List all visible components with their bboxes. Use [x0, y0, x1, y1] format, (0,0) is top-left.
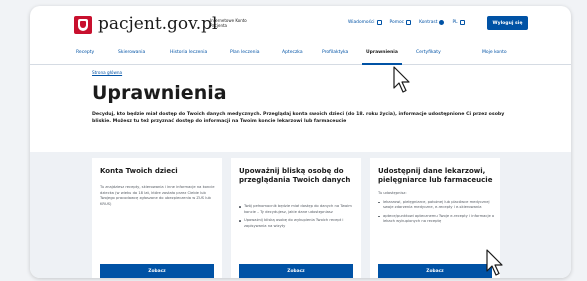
- chevron-down-icon: [459, 20, 465, 25]
- messages-link[interactable]: Wiadomości: [348, 20, 382, 25]
- contrast-link[interactable]: Kontrast: [419, 20, 445, 25]
- page-title: Uprawnienia: [92, 82, 227, 104]
- card-body: Twój pełnomocnik będzie miał dostęp do d…: [239, 204, 357, 232]
- card-intro: Tu udostępnisz:: [378, 191, 407, 195]
- breadcrumb[interactable]: Strona główna: [92, 70, 122, 75]
- envelope-icon: [376, 20, 382, 25]
- active-tab-indicator: [362, 63, 402, 65]
- nav-item-moje-konto[interactable]: Moje konto: [482, 50, 507, 55]
- site-logo[interactable]: pacjent.gov.pl: [98, 14, 217, 34]
- card-share-with-doctor: Udostępnij dane lekarzowi, pielęgniarce …: [370, 158, 500, 278]
- nav-item-historia[interactable]: Historia leczenia: [170, 50, 207, 55]
- language-select[interactable]: PL: [452, 20, 465, 25]
- bullet-list: lekarzowi, pielęgniarce, położnej lub pl…: [378, 200, 496, 225]
- poland-emblem-icon: [74, 16, 92, 34]
- contrast-icon: [439, 20, 445, 25]
- browser-page: pacjent.gov.pl Internetowe Konto Pacjent…: [30, 6, 571, 278]
- zobacz-button[interactable]: Zobacz: [100, 264, 214, 278]
- nav-item-certyfikaty[interactable]: Certyfikaty: [416, 50, 441, 55]
- list-item: Upoważnij bliską osobę do wykupienia Two…: [239, 218, 357, 229]
- card-title: Konta Twoich dzieci: [100, 167, 178, 175]
- list-item: aptece/punktowi aptecznemu Twoje e-recep…: [378, 214, 496, 225]
- card-children-accounts: Konta Twoich dzieci Tu znajdziesz recept…: [92, 158, 222, 278]
- top-links: Wiadomości Pomoc Kontrast PL: [348, 20, 465, 25]
- page-description: Decyduj, kto będzie miał dostęp do Twoic…: [92, 112, 505, 124]
- list-item: Twój pełnomocnik będzie miał dostęp do d…: [239, 204, 357, 215]
- list-item: lekarzowi, pielęgniarce, położnej lub pl…: [378, 200, 496, 211]
- help-link[interactable]: Pomoc: [390, 20, 412, 25]
- nav-item-profilaktyka[interactable]: Profilaktyka: [322, 50, 348, 55]
- zobacz-button[interactable]: Zobacz: [239, 264, 353, 278]
- main-nav: Recepty Skierowania Historia leczenia Pl…: [30, 43, 571, 65]
- nav-item-skierowania[interactable]: Skierowania: [118, 50, 145, 55]
- zobacz-button[interactable]: Zobacz: [378, 264, 492, 278]
- card-authorize-person: Upoważnij bliską osobę do przeglądania T…: [231, 158, 361, 278]
- card-body: Tu znajdziesz recepty, skierowania i inn…: [100, 185, 215, 206]
- site-header: pacjent.gov.pl Internetowe Konto Pacjent…: [30, 6, 571, 38]
- site-logo-subtitle: Internetowe Konto Pacjenta: [210, 18, 247, 28]
- bullet-list: Twój pełnomocnik będzie miał dostęp do d…: [239, 204, 357, 229]
- nav-item-apteczka[interactable]: Apteczka: [282, 50, 303, 55]
- nav-item-plan[interactable]: Plan leczenia: [230, 50, 260, 55]
- help-icon: [406, 20, 412, 25]
- nav-item-uprawnienia[interactable]: Uprawnienia: [366, 50, 398, 55]
- logout-button[interactable]: Wyloguj się: [487, 16, 528, 30]
- card-title: Upoważnij bliską osobę do przeglądania T…: [239, 167, 351, 184]
- nav-item-recepty[interactable]: Recepty: [76, 50, 94, 55]
- card-title: Udostępnij dane lekarzowi, pielęgniarce …: [378, 167, 493, 184]
- card-body: Tu udostępnisz: lekarzowi, pielęgniarce,…: [378, 191, 496, 228]
- mouse-pointer-icon: [393, 66, 410, 93]
- mouse-pointer-icon: [486, 249, 503, 276]
